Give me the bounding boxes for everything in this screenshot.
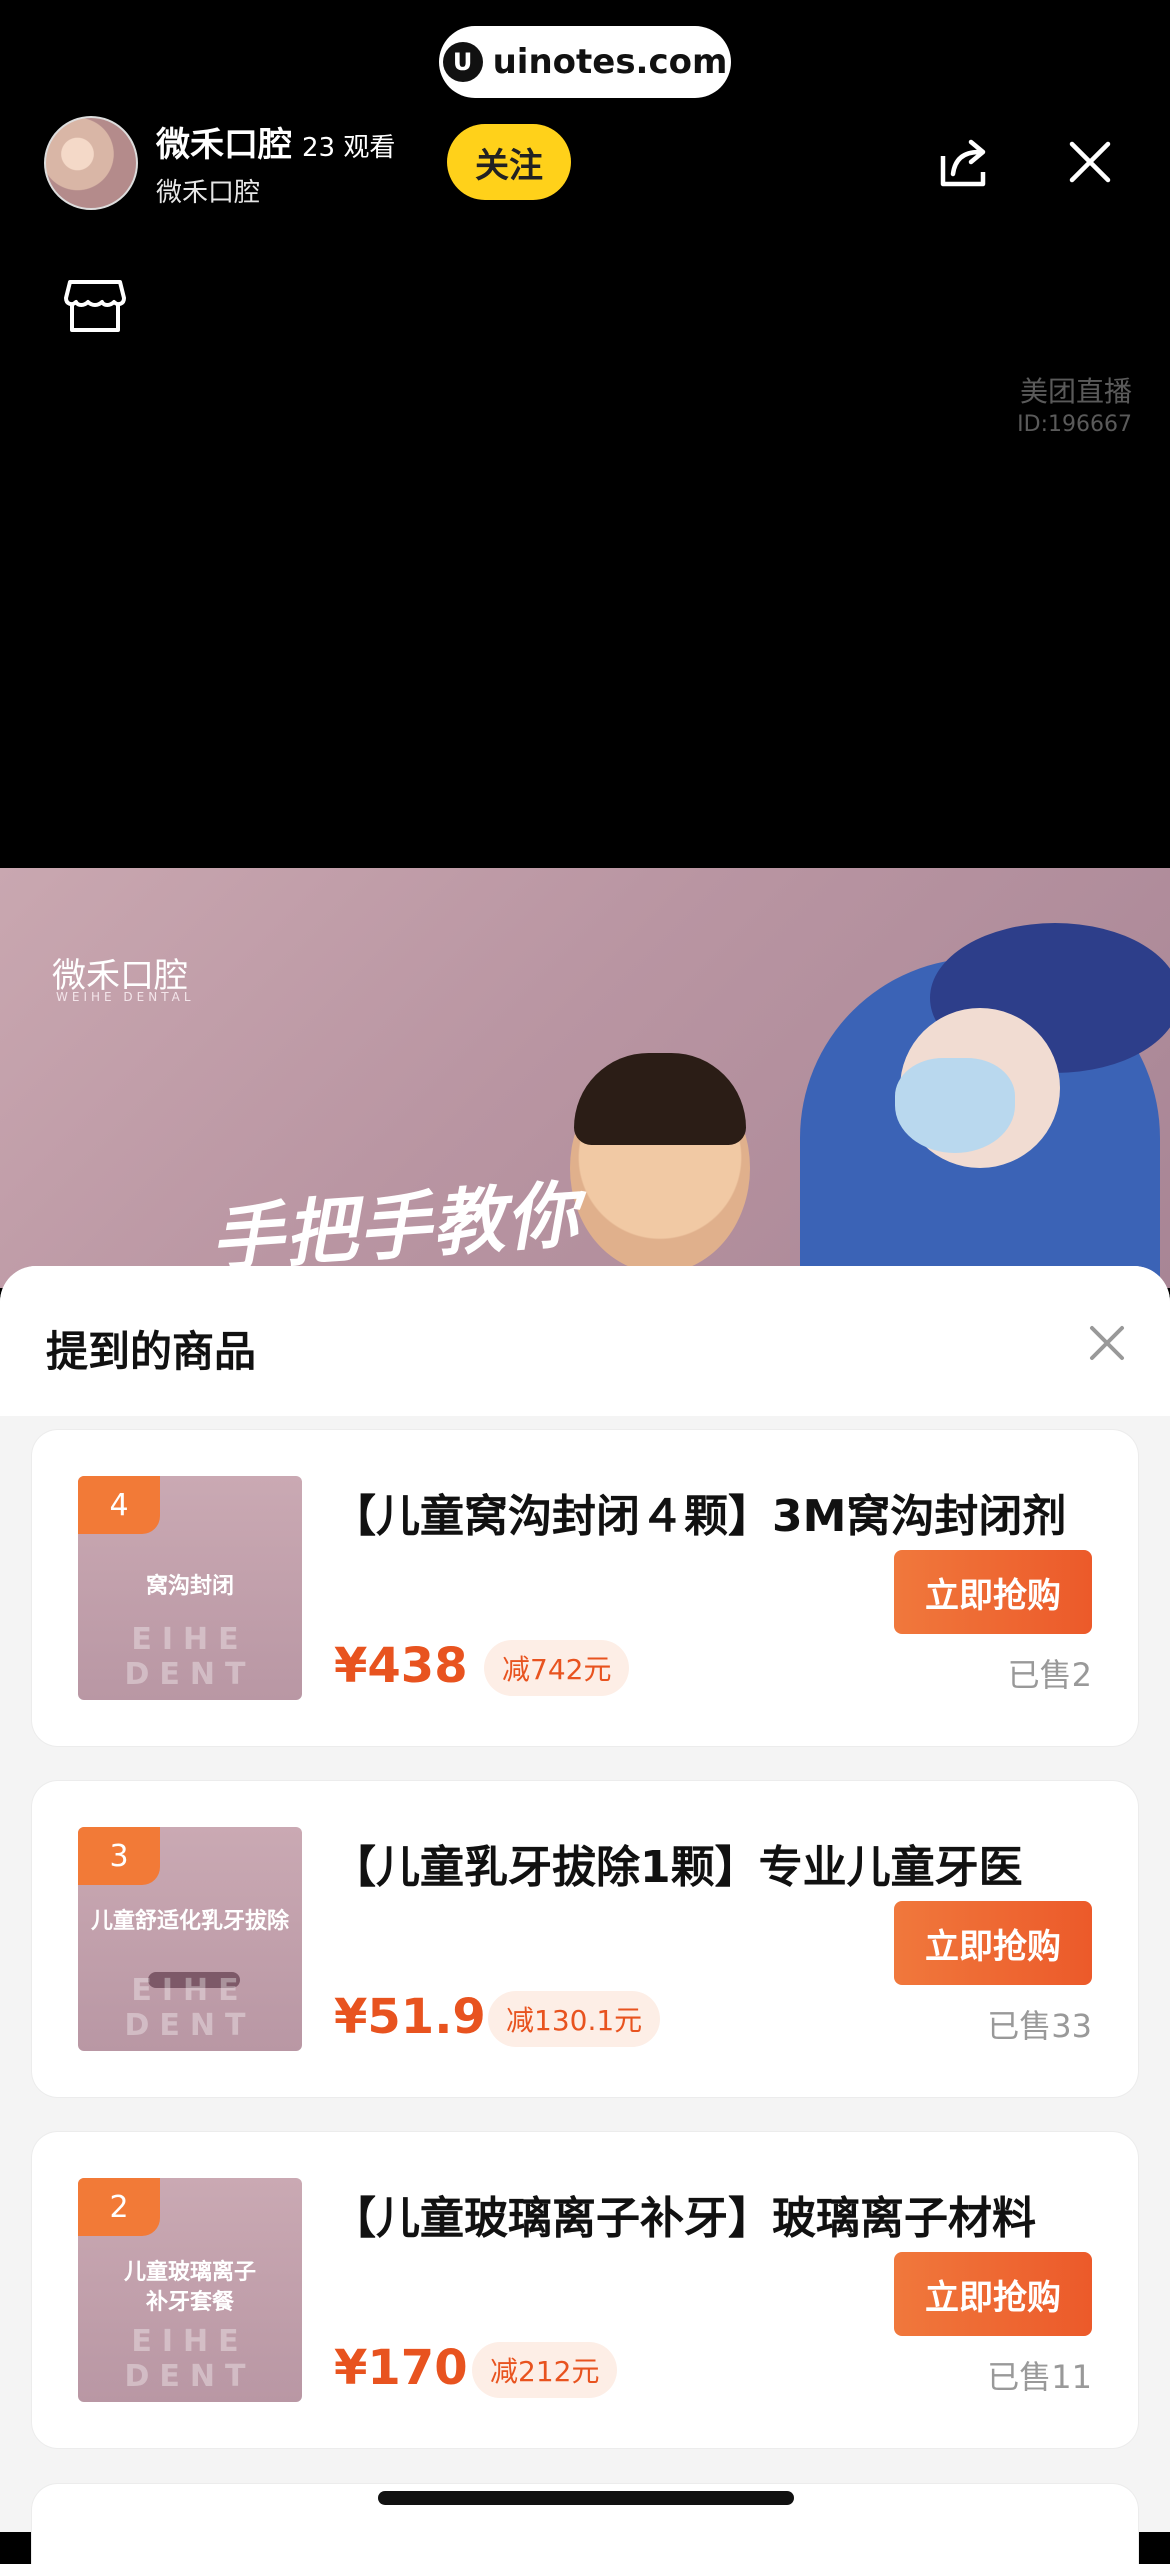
sold-count: 已售33	[987, 2007, 1092, 2045]
close-icon	[1090, 1326, 1124, 1360]
thumbnail-label: 儿童舒适化乳牙拔除	[90, 1909, 289, 1934]
sheet-header: 提到的商品	[0, 1266, 1170, 1416]
close-icon	[1069, 141, 1111, 183]
product-price: ¥170	[334, 2340, 468, 2396]
rank-badge: 2	[78, 2178, 160, 2236]
discount-badge: 减130.1元	[488, 1991, 661, 2047]
watermark: U uinotes.com	[439, 26, 731, 98]
discount-badge: 减742元	[484, 1640, 630, 1696]
thumbnail-label: 窝沟封闭	[145, 1574, 234, 1599]
thumbnail-decoration: EIHE DENT	[124, 2324, 256, 2394]
buy-now-button[interactable]: 立即抢购	[894, 1901, 1092, 1985]
buy-now-button[interactable]: 立即抢购	[894, 1550, 1092, 1634]
follow-button[interactable]: 关注	[447, 124, 571, 200]
live-banner-image: 微禾口腔 WEIHE DENTAL 手把手教你	[0, 868, 1170, 1288]
host-info[interactable]: 微禾口腔 23 观看 微禾口腔	[44, 116, 395, 210]
rank-badge: 3	[78, 1827, 160, 1885]
buy-now-button[interactable]: 立即抢购	[894, 2252, 1092, 2336]
discount-badge: 减212元	[472, 2342, 618, 2398]
product-title[interactable]: 【儿童乳牙拔除1颗】专业儿童牙医	[332, 1831, 1080, 1895]
sold-count: 已售11	[987, 2358, 1092, 2396]
close-live-button[interactable]	[1064, 136, 1116, 188]
product-title[interactable]: 【儿童窝沟封闭４颗】3M窝沟封闭剂	[332, 1480, 1080, 1544]
thumbnail-decoration: EIHE DENT	[124, 1973, 256, 2043]
store-button[interactable]	[62, 272, 128, 338]
product-card[interactable]: 3 儿童舒适化乳牙拔除 EIHE DENT 【儿童乳牙拔除1颗】专业儿童牙医 立…	[32, 1781, 1138, 2097]
live-id: ID:196667	[1017, 412, 1132, 437]
platform-name: 美团直播	[1019, 375, 1132, 408]
host-name: 微禾口腔	[156, 125, 292, 165]
sheet-close-button[interactable]	[1086, 1322, 1128, 1364]
banner-doctor-mask	[895, 1058, 1015, 1153]
product-thumbnail[interactable]: 2 儿童玻璃离子 补牙套餐 EIHE DENT	[78, 2178, 302, 2402]
banner-child-hair	[574, 1053, 746, 1145]
product-card[interactable]: 2 儿童玻璃离子 补牙套餐 EIHE DENT 【儿童玻璃离子补牙】玻璃离子材料…	[32, 2132, 1138, 2448]
share-icon	[940, 139, 986, 187]
sheet-title: 提到的商品	[46, 1327, 257, 1376]
share-button[interactable]	[935, 134, 991, 190]
watermark-text: uinotes.com	[492, 42, 728, 82]
host-subtitle: 微禾口腔	[156, 178, 261, 208]
thumbnail-label: 儿童玻璃离子 补牙套餐	[123, 2260, 256, 2315]
product-price: ¥51.9	[334, 1989, 486, 2045]
viewer-count: 23 观看	[302, 133, 396, 163]
product-card[interactable]: 4 窝沟封闭 EIHE DENT 【儿童窝沟封闭４颗】3M窝沟封闭剂 立即抢购 …	[32, 1430, 1138, 1746]
home-indicator[interactable]	[378, 2491, 794, 2505]
store-icon	[64, 280, 126, 332]
watermark-logo-icon: U	[442, 42, 483, 82]
live-platform-label: 美团直播 ID:196667	[1017, 370, 1132, 437]
avatar[interactable]	[44, 116, 138, 210]
sold-count: 已售2	[1007, 1656, 1092, 1694]
product-price: ¥438	[334, 1638, 468, 1694]
thumbnail-decoration: EIHE DENT	[124, 1622, 256, 1692]
product-title[interactable]: 【儿童玻璃离子补牙】玻璃离子材料	[332, 2182, 1080, 2246]
banner-brand-sub: WEIHE DENTAL	[56, 990, 195, 1004]
product-thumbnail[interactable]: 4 窝沟封闭 EIHE DENT	[78, 1476, 302, 1700]
product-thumbnail[interactable]: 3 儿童舒适化乳牙拔除 EIHE DENT	[78, 1827, 302, 2051]
rank-badge: 4	[78, 1476, 160, 1534]
